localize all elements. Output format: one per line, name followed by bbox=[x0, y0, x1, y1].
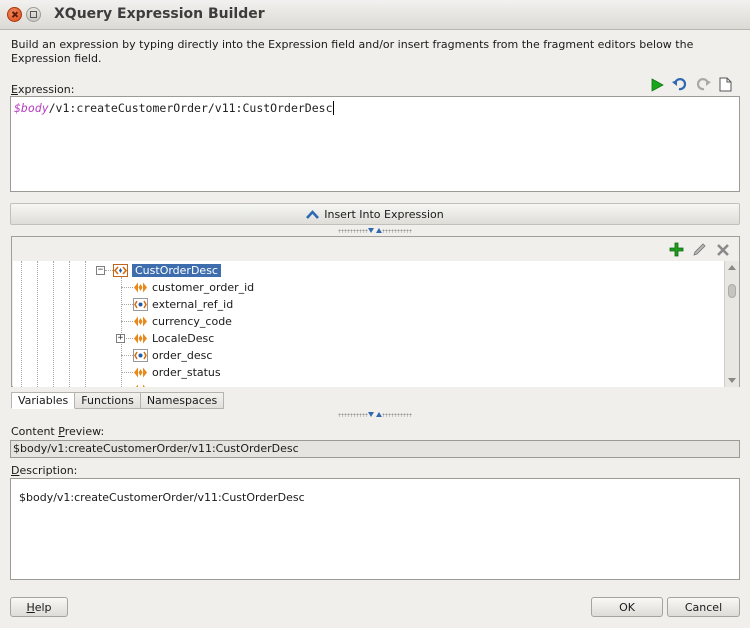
help-button[interactable]: Help bbox=[10, 597, 68, 617]
element-icon bbox=[134, 316, 147, 327]
expression-builder-dialog: Build an expression by typing directly i… bbox=[0, 30, 750, 628]
maximize-window-button[interactable] bbox=[26, 7, 41, 22]
tree-node[interactable]: LocaleDesc bbox=[133, 330, 214, 347]
tree-node-label: CustOrderDesc bbox=[132, 264, 221, 277]
scroll-up-icon[interactable] bbox=[728, 265, 736, 270]
tree-node-label: external_ref_id bbox=[152, 298, 234, 311]
element-icon bbox=[113, 264, 128, 277]
close-window-button[interactable] bbox=[7, 7, 22, 22]
tab-namespaces[interactable]: Namespaces bbox=[140, 392, 225, 409]
variables-tree-panel: − CustOrderDesc customer_order_id extern… bbox=[11, 236, 740, 387]
undo-icon[interactable] bbox=[671, 76, 688, 93]
splitter-handle[interactable] bbox=[335, 411, 415, 419]
expand-toggle[interactable]: + bbox=[116, 334, 125, 343]
tab-functions[interactable]: Functions bbox=[75, 392, 141, 409]
tree-node-label: order_status bbox=[152, 366, 221, 379]
title-bar: XQuery Expression Builder bbox=[0, 0, 750, 30]
redo-icon[interactable] bbox=[694, 76, 711, 93]
element-icon bbox=[134, 333, 147, 344]
variables-tree[interactable]: − CustOrderDesc customer_order_id extern… bbox=[13, 261, 724, 387]
content-preview-label: Content Preview: bbox=[11, 425, 105, 438]
element-icon bbox=[134, 367, 147, 378]
text-caret bbox=[332, 101, 334, 115]
cancel-button[interactable]: Cancel bbox=[667, 597, 740, 617]
tree-node[interactable]: currency_code bbox=[133, 313, 232, 330]
edit-icon[interactable] bbox=[691, 241, 708, 258]
expression-path: /v1:createCustomerOrder/v11:CustOrderDes… bbox=[48, 101, 333, 115]
tree-node-label: order_desc bbox=[152, 349, 213, 362]
scroll-down-icon[interactable] bbox=[728, 378, 736, 383]
attribute-icon bbox=[133, 298, 148, 311]
add-icon[interactable] bbox=[668, 241, 685, 258]
insert-button-label: Insert Into Expression bbox=[324, 207, 444, 221]
intro-text: Build an expression by typing directly i… bbox=[11, 38, 694, 65]
run-icon[interactable] bbox=[648, 76, 665, 93]
tree-scrollbar[interactable] bbox=[724, 261, 739, 387]
ok-button[interactable]: OK bbox=[591, 597, 663, 617]
new-document-icon[interactable] bbox=[717, 76, 734, 93]
tab-variables[interactable]: Variables bbox=[11, 392, 76, 409]
description-field[interactable]: $body/v1:createCustomerOrder/v11:CustOrd… bbox=[10, 478, 740, 580]
tree-node-label: customer_order_id bbox=[152, 281, 255, 294]
window-title: XQuery Expression Builder bbox=[54, 6, 265, 22]
content-preview-field: $body/v1:createCustomerOrder/v11:CustOrd… bbox=[10, 440, 740, 458]
tree-node-label: currency_code bbox=[152, 315, 232, 328]
expression-variable: $body bbox=[14, 101, 49, 115]
splitter-handle[interactable] bbox=[335, 227, 415, 235]
element-icon bbox=[134, 282, 147, 293]
fragment-editor-tabs: Variables Functions Namespaces bbox=[11, 392, 225, 409]
tree-node[interactable]: external_ref_id bbox=[133, 296, 233, 313]
tree-node[interactable]: customer_order_id bbox=[133, 279, 254, 296]
chevron-up-icon bbox=[306, 209, 320, 219]
expression-editor[interactable]: $body/v1:createCustomerOrder/v11:CustOrd… bbox=[10, 96, 740, 192]
scroll-thumb[interactable] bbox=[728, 284, 736, 298]
collapse-toggle[interactable]: − bbox=[96, 266, 105, 275]
insert-into-expression-button[interactable]: Insert Into Expression bbox=[10, 203, 740, 225]
tree-node-label: LocaleDesc bbox=[152, 332, 215, 345]
tree-node-root[interactable]: CustOrderDesc bbox=[113, 262, 221, 279]
expression-label: Expression: bbox=[11, 83, 75, 96]
attribute-icon bbox=[133, 349, 148, 362]
tree-node[interactable]: order_desc bbox=[133, 347, 212, 364]
tree-node-clipped bbox=[133, 381, 152, 387]
tree-node[interactable]: order_status bbox=[133, 364, 221, 381]
description-label: Description: bbox=[11, 464, 78, 477]
delete-icon[interactable] bbox=[714, 241, 731, 258]
